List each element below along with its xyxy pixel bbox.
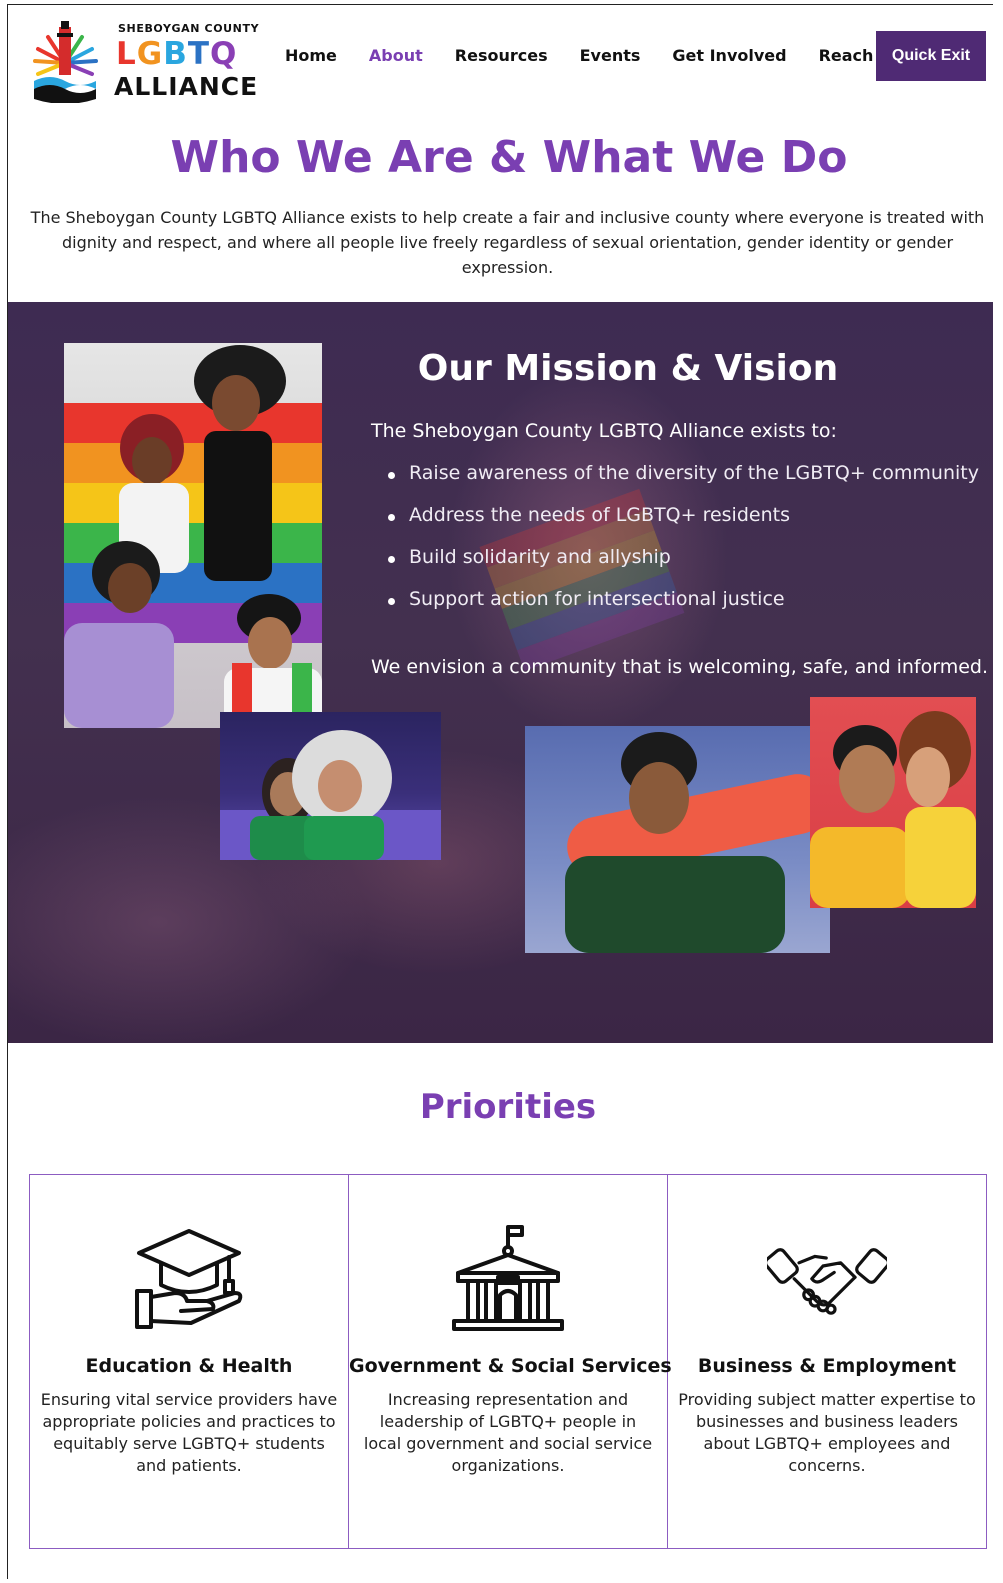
priority-card-education: Education & Health Ensuring vital servic… [30, 1175, 349, 1548]
skateboard-photo [525, 726, 830, 953]
list-item: Address the needs of LGBTQ+ residents [388, 504, 979, 546]
priority-text: Ensuring vital service providers have ap… [40, 1390, 338, 1475]
logo-letter: B [163, 36, 188, 72]
couple-green-illustration [220, 730, 441, 860]
couple-green-photo [220, 712, 441, 860]
handshake-icon [767, 1248, 887, 1315]
priorities-title: Priorities [419, 1087, 597, 1127]
couple-yellow-illustration [810, 711, 976, 908]
government-building-icon [452, 1225, 564, 1331]
mission-title: Our Mission & Vision [417, 348, 839, 389]
nav-resources[interactable]: Resources [455, 46, 548, 65]
list-item: Support action for intersectional justic… [388, 588, 979, 630]
logo-letter: G [136, 36, 164, 72]
graduation-cap-hand-icon [135, 1229, 243, 1329]
logo-letter: T [187, 36, 211, 72]
intro-paragraph: The Sheboygan County LGBTQ Alliance exis… [30, 208, 985, 277]
priority-card-business: Business & Employment Providing subject … [668, 1175, 986, 1548]
priority-text: Increasing representation and leadership… [363, 1390, 653, 1475]
site-logo[interactable]: SHEBOYGAN COUNTY LGBTQ ALLIANCE [30, 15, 280, 107]
logo-county-text: SHEBOYGAN COUNTY [118, 22, 260, 35]
nav-about[interactable]: About [369, 46, 423, 65]
bullet-icon [388, 556, 395, 563]
main-nav: Home About Resources Events Get Involved… [285, 46, 944, 65]
page-title: Who We Are & What We Do [170, 132, 848, 183]
vision-statement: We envision a community that is welcomin… [371, 656, 988, 678]
priority-text: Providing subject matter expertise to bu… [678, 1390, 976, 1475]
site-header: SHEBOYGAN COUNTY LGBTQ ALLIANCE Home Abo… [8, 5, 993, 105]
bullet-icon [388, 514, 395, 521]
skateboard-illustration [565, 732, 828, 953]
group-pride-photo [64, 343, 322, 728]
mission-section: Our Mission & Vision The Sheboygan Count… [8, 302, 993, 1043]
mission-lead: The Sheboygan County LGBTQ Alliance exis… [371, 420, 837, 442]
bullet-icon [388, 598, 395, 605]
list-item: Raise awareness of the diversity of the … [388, 462, 979, 504]
logo-lgbtq-text: LGBTQ [116, 37, 237, 71]
bullet-icon [388, 472, 395, 479]
nav-events[interactable]: Events [580, 46, 641, 65]
logo-alliance-text: ALLIANCE [114, 72, 259, 101]
quick-exit-button[interactable]: Quick Exit [876, 31, 986, 81]
logo-letter: L [116, 36, 137, 72]
nav-home[interactable]: Home [285, 46, 337, 65]
group-pride-illustration [64, 345, 322, 728]
priority-card-government: Government & Social Services Increasing … [349, 1175, 672, 1548]
priority-heading: Government & Social Services [349, 1355, 672, 1377]
priorities-grid: Education & Health Ensuring vital servic… [29, 1174, 987, 1549]
logo-letter: Q [210, 36, 238, 72]
list-item: Build solidarity and allyship [388, 546, 979, 588]
priority-heading: Education & Health [85, 1355, 293, 1377]
lighthouse-logo-icon [33, 21, 98, 103]
priority-heading: Business & Employment [697, 1355, 957, 1377]
mission-list: Raise awareness of the diversity of the … [388, 462, 979, 630]
couple-yellow-photo [810, 697, 976, 908]
nav-get-involved[interactable]: Get Involved [672, 46, 786, 65]
